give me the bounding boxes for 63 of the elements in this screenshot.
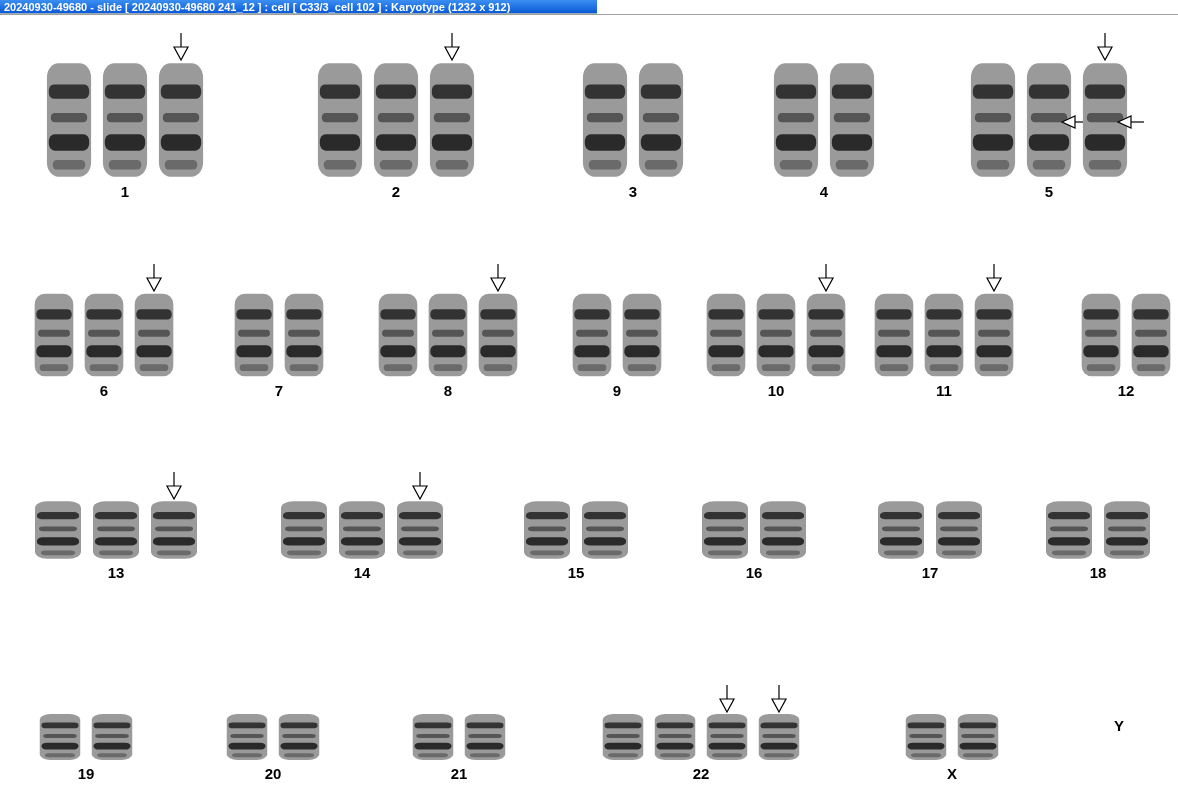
arrow-marker (985, 264, 1003, 292)
chromosome-number: 4 (819, 183, 829, 200)
chromosome-drawing (601, 713, 645, 761)
chromosome-drawing (463, 713, 507, 761)
chromosome-number: 1 (120, 183, 130, 200)
chromosome-number: 16 (745, 564, 763, 581)
chromosome-number: 3 (628, 183, 638, 200)
chromosome-drawing (277, 713, 321, 761)
chromosome-drawing (90, 713, 134, 761)
chromosome-drawing (33, 500, 83, 560)
chromosome-number: 6 (99, 382, 109, 399)
chromosome-drawing (1044, 500, 1094, 560)
chromosome-drawing (225, 713, 269, 761)
arrow-marker (443, 33, 461, 61)
chromosome-drawing (1102, 500, 1152, 560)
arrow-marker (145, 264, 163, 292)
chromosome-number: 8 (443, 382, 453, 399)
chromosome-drawing (337, 500, 387, 560)
arrow-marker (817, 264, 835, 292)
chromosome-number: Y (1114, 717, 1124, 734)
chromosome-drawing (904, 713, 948, 761)
arrow-marker (172, 33, 190, 61)
chromosome-drawing (956, 713, 1000, 761)
chromosome-drawing (38, 713, 82, 761)
chromosome-drawing (395, 500, 445, 560)
chromosome-drawing (522, 500, 572, 560)
chromosome-number: 7 (274, 382, 284, 399)
arrow-marker (770, 685, 788, 713)
chromosome-number: 9 (612, 382, 622, 399)
chromosome-drawing (757, 713, 801, 761)
chromosome-drawing (149, 500, 199, 560)
chromosome-number: 5 (1044, 183, 1054, 200)
arrow-marker (718, 685, 736, 713)
chromosome-number: X (947, 765, 957, 782)
arrow-marker (489, 264, 507, 292)
arrow-marker (165, 472, 183, 500)
arrow-marker (1117, 114, 1145, 131)
chromosome-number: 11 (936, 382, 952, 399)
arrow-marker (411, 472, 429, 500)
chromosome-number: 2 (391, 183, 401, 200)
chromosome-drawing (91, 500, 141, 560)
window-title: 20240930-49680 - slide [ 20240930-49680 241_12 ] : cell [ C33/3_cell 102 ] : Karyotype (1232 x 912) (0, 0, 597, 14)
chromosome-drawing (653, 713, 697, 761)
chromosome-number: 15 (567, 564, 585, 581)
chromosome-drawing (279, 500, 329, 560)
chromosome-number: 18 (1089, 564, 1107, 581)
chromosome-drawing (411, 713, 455, 761)
chromosome-number: 20 (264, 765, 282, 782)
arrow-marker (1096, 33, 1114, 61)
chromosome-number: 21 (450, 765, 468, 782)
chromosome-number: 19 (77, 765, 95, 782)
chromosome-number: 12 (1117, 382, 1135, 399)
chromosome-number: 10 (767, 382, 785, 399)
chromosome-drawing (758, 500, 808, 560)
chromosome-drawing (705, 713, 749, 761)
chromosome-drawing (934, 500, 984, 560)
chromosome-drawing (876, 500, 926, 560)
chromosome-number: 17 (921, 564, 939, 581)
chromosome-number: 22 (692, 765, 710, 782)
chromosome-drawing (580, 500, 630, 560)
chromosome-drawing (700, 500, 750, 560)
chromosome-number: 14 (353, 564, 371, 581)
chromosome-number: 13 (107, 564, 125, 581)
